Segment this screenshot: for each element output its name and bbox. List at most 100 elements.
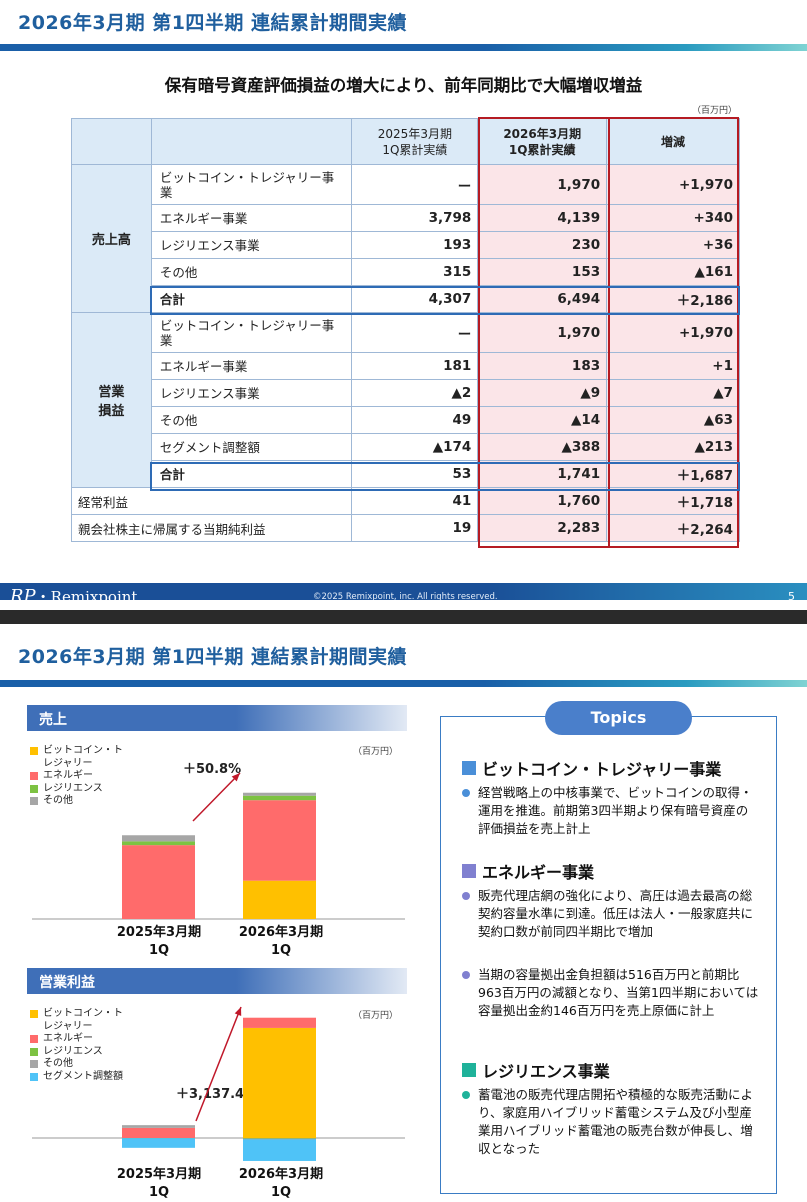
table-row: 経常利益 41 1,760 ＋1,718 [70,487,740,515]
logo-text: ・Remixpoint [35,588,138,600]
bar-segment [243,792,316,796]
cell-prev: ▲2 [351,379,479,407]
topic-bullet-text: 蓄電池の販売代理店開拓や積極的な販売活動により、家庭用ハイブリッド蓄電システム及… [478,1087,754,1156]
page-number: 5 [788,590,795,600]
cell-diff: +1 [606,352,740,380]
cell-curr: ▲388 [477,433,608,461]
row-label: エネルギー事業 [150,352,353,380]
bar-segment [243,1027,316,1138]
xlabel-line1: 2026年3月期 [238,925,324,940]
topic-bullet: 当期の容量拠出金負担額は516百万円と前期比963百万円の減額となり、当第1四半… [460,966,760,1020]
bar-segment [122,1125,195,1128]
dot-bullet-icon [462,1091,470,1099]
header-blank-item [150,118,353,165]
unit-label: （百万円） [691,106,737,116]
topic-bullet: 蓄電池の販売代理店開拓や積極的な販売活動により、家庭用ハイブリッド蓄電システム及… [460,1086,760,1158]
xlabel-line2: 1Q [270,943,292,958]
title-rule [0,44,807,51]
bar-segment [243,880,316,919]
header-diff: 増減 [606,118,740,165]
table-row: エネルギー事業 3,798 4,139 +340 [72,204,740,232]
header-curr-line2: 1Q累計実績 [508,142,576,157]
slide-financial-table: 2026年3月期 第1四半期 連結累計期間実績 保有暗号資産評価損益の増大により… [0,0,807,600]
cell-diff: +36 [606,231,740,259]
xlabel-line1: 2025年3月期 [116,925,202,940]
row-label: その他 [150,258,353,286]
row-label: ビットコイン・トレジャリー事業 [150,312,353,353]
cell-curr: ▲14 [477,406,608,434]
topic-heading-text: レジリエンス事業 [482,1062,610,1081]
bar-segment [243,1017,316,1028]
dot-bullet-icon [462,892,470,900]
dot-bullet-icon [462,971,470,979]
topic-bullet: 経営戦略上の中核事業で、ビットコインの取得・運用を推進。前期第3四半期より保有暗… [460,784,760,838]
cell-diff: ＋2,264 [606,514,740,542]
cell-curr: 1,760 [477,487,608,515]
cell-prev: 49 [351,406,479,434]
op-xlabel-2025: 2025年3月期 1Q [104,1166,214,1202]
bar-segment [122,845,195,919]
headline: 保有暗号資産評価損益の増大により、前年同期比で大幅増収増益 [164,76,643,95]
op-section-head: 営業利益 [27,968,407,994]
cell-curr: 1,970 [477,164,608,205]
row-label: 親会社株主に帰属する当期純利益 [70,514,353,542]
table-row: 親会社株主に帰属する当期純利益 19 2,283 ＋2,264 [70,514,740,542]
cell-prev: 315 [351,258,479,286]
header-prev-line1: 2025年3月期 [377,126,452,141]
row-label: セグメント調整額 [150,433,353,461]
title-rule-2 [0,680,807,687]
dot-bullet-icon [462,789,470,797]
sales-xlabel-2026: 2026年3月期 1Q [226,924,336,960]
header-prev: 2025年3月期 1Q累計実績 [351,118,479,165]
topic-bullet-text: 当期の容量拠出金負担額は516百万円と前期比963百万円の減額となり、当第1四半… [478,967,759,1018]
cell-diff: +1,970 [606,164,740,205]
table-row: その他 49 ▲14 ▲63 [72,406,740,434]
row-label: 合計 [150,460,353,488]
table-row: エネルギー事業 181 183 +1 [72,352,740,380]
cell-curr: 153 [477,258,608,286]
cell-prev: 181 [351,352,479,380]
header-prev-line2: 1Q累計実績 [382,142,448,157]
group-operating: 営業 損益 [71,312,152,488]
xlabel-line1: 2026年3月期 [238,1167,324,1182]
page-title: 2026年3月期 第1四半期 連結累計期間実績 [18,12,408,34]
cell-diff: ▲213 [606,433,740,461]
table-row-total: 合計 4,307 6,494 ＋2,186 [72,285,740,313]
xlabel-line2: 1Q [148,1185,170,1200]
cell-prev: 53 [351,460,479,488]
row-label: レジリエンス事業 [150,231,353,259]
sales-xlabel-2025: 2025年3月期 1Q [104,924,214,960]
footer: RP・Remixpoint ©2025 Remixpoint, inc. All… [0,583,807,600]
logo-mark: RP [10,586,36,600]
header-blank-group [71,118,152,165]
cell-curr: 2,283 [477,514,608,542]
cell-prev: 41 [351,487,479,515]
bar-segment [122,1127,195,1138]
group-operating-line1: 営業 [98,385,125,400]
bar-segment [243,1139,316,1161]
bar-segment [122,841,195,846]
table-row: 営業 損益 ビットコイン・トレジャリー事業 ー 1,970 +1,970 [71,312,740,488]
table-header-row: 2025年3月期 1Q累計実績 2026年3月期 1Q累計実績 増減 [71,118,740,165]
table-row: その他 315 153 ▲161 [72,258,740,286]
header-curr-line1: 2026年3月期 [503,126,582,141]
table-row: セグメント調整額 ▲174 ▲388 ▲213 [72,433,740,461]
results-table: 2025年3月期 1Q累計実績 2026年3月期 1Q累計実績 増減 売上高 ビット… [70,118,740,542]
square-bullet-icon [462,1063,476,1077]
growth-arrow-line [192,772,241,822]
cell-diff: ▲7 [606,379,740,407]
table-row: レジリエンス事業 ▲2 ▲9 ▲7 [72,379,740,407]
op-xlabel-2026: 2026年3月期 1Q [226,1166,336,1202]
group-sales: 売上高 [71,164,152,313]
cell-prev: ー [351,312,479,353]
cell-prev: 3,798 [351,204,479,232]
cell-curr: 6,494 [477,285,608,313]
cell-prev: 19 [351,514,479,542]
cell-curr: ▲9 [477,379,608,407]
cell-diff: +1,970 [606,312,740,353]
row-label: 合計 [150,285,353,313]
growth-arrow-head [234,1007,242,1016]
op-chart [32,1006,405,1161]
cell-prev: 4,307 [351,285,479,313]
cell-curr: 4,139 [477,204,608,232]
